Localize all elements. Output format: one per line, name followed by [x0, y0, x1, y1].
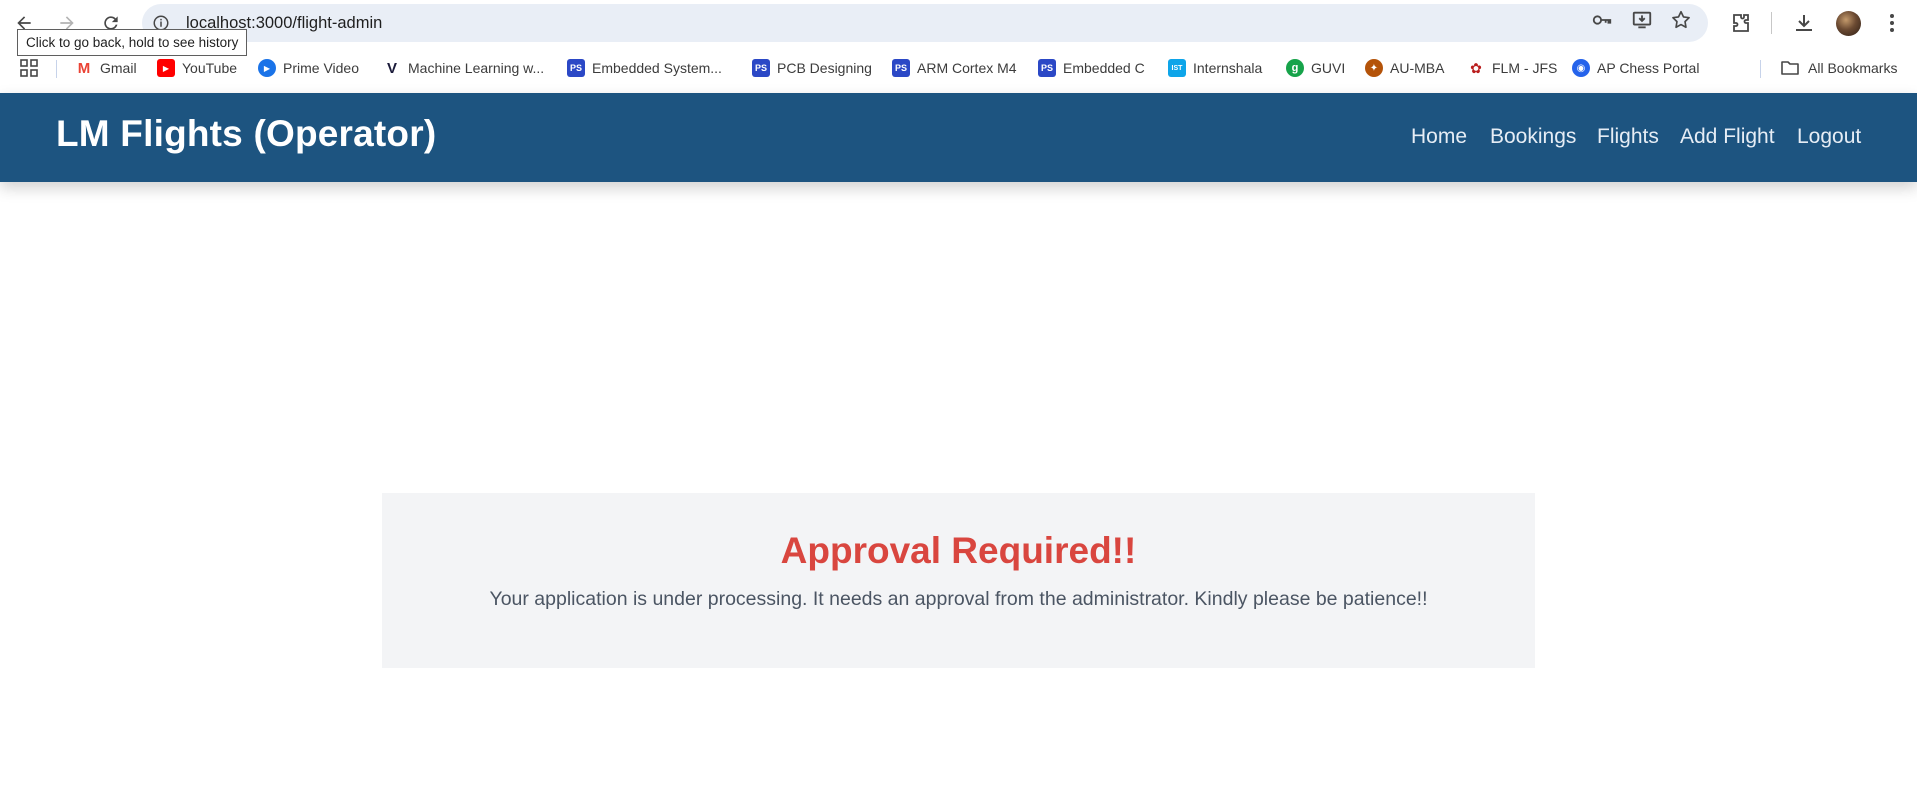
password-key-icon[interactable]	[1591, 9, 1613, 31]
youtube-icon: ▶	[157, 59, 175, 77]
back-button-tooltip: Click to go back, hold to see history	[17, 29, 248, 56]
address-bar[interactable]: localhost:3000/flight-admin	[142, 4, 1708, 42]
more-options-icon[interactable]	[1880, 11, 1904, 35]
bookmark-ap-chess[interactable]: ◉ AP Chess Portal	[1572, 57, 1699, 79]
nav-bookings[interactable]: Bookings	[1490, 125, 1576, 149]
bookmark-label: Machine Learning w...	[408, 60, 545, 76]
apps-grid-icon[interactable]	[20, 59, 38, 77]
all-bookmarks-button[interactable]: All Bookmarks	[1780, 57, 1897, 79]
approval-title: Approval Required!!	[780, 530, 1137, 571]
extensions-icon[interactable]	[1729, 11, 1753, 35]
bookmark-label: ARM Cortex M4	[917, 60, 1017, 76]
bookmark-youtube[interactable]: ▶ YouTube	[157, 57, 237, 79]
bookmark-guvi[interactable]: g GUVI	[1286, 57, 1345, 79]
bookmark-star-icon[interactable]	[1670, 9, 1692, 31]
arm-cortex-icon: PS	[892, 59, 910, 77]
install-app-icon[interactable]	[1631, 9, 1653, 31]
bookmark-pcb-designing[interactable]: PS PCB Designing	[752, 57, 872, 79]
internshala-icon: IST	[1168, 59, 1186, 77]
bookmark-label: AP Chess Portal	[1597, 60, 1700, 76]
bookmark-arm-cortex[interactable]: PS ARM Cortex M4	[892, 57, 1017, 79]
approval-notice-card: Approval Required!! Your application is …	[382, 493, 1535, 668]
app-navbar: LM Flights (Operator) Home Bookings Flig…	[0, 93, 1917, 182]
bookmark-label: Prime Video	[283, 60, 360, 76]
folder-icon	[1781, 61, 1799, 75]
approval-message: Your application is under processing. It…	[489, 588, 1428, 610]
bookmark-label: Gmail	[100, 60, 137, 76]
bookmark-label: Embedded System...	[592, 60, 722, 76]
pcb-designing-icon: PS	[752, 59, 770, 77]
embedded-system-icon: PS	[567, 59, 585, 77]
nav-logout[interactable]: Logout	[1797, 125, 1861, 149]
bookmark-label: Internshala	[1193, 60, 1263, 76]
bookmarks-divider	[56, 60, 57, 78]
browser-toolbar: localhost:3000/flight-admin	[0, 0, 1917, 46]
prime-video-icon: ▶	[258, 59, 276, 77]
bookmark-embedded-c[interactable]: PS Embedded C	[1038, 57, 1145, 79]
bookmark-flm-jfs[interactable]: ✿ FLM - JFS	[1467, 57, 1557, 79]
bookmarks-bar: M Gmail ▶ YouTube ▶ Prime Video V Machine Le…	[0, 52, 1917, 84]
nav-add-flight[interactable]: Add Flight	[1680, 125, 1775, 149]
bookmarks-divider	[1760, 60, 1761, 78]
bookmark-prime-video[interactable]: ▶ Prime Video	[258, 57, 359, 79]
ap-chess-icon: ◉	[1572, 59, 1590, 77]
bookmark-machine-learning[interactable]: V Machine Learning w...	[383, 57, 544, 79]
bookmark-label: YouTube	[182, 60, 238, 76]
all-bookmarks-label: All Bookmarks	[1808, 60, 1898, 76]
bookmark-label: PCB Designing	[777, 60, 872, 76]
bookmark-internshala[interactable]: IST Internshala	[1168, 57, 1262, 79]
nav-home[interactable]: Home	[1411, 125, 1467, 149]
au-mba-icon: ✦	[1365, 59, 1383, 77]
flm-jfs-icon: ✿	[1470, 59, 1482, 76]
bookmark-label: FLM - JFS	[1492, 60, 1558, 76]
profile-avatar[interactable]	[1836, 11, 1861, 36]
nav-flights[interactable]: Flights	[1597, 125, 1659, 149]
bookmark-au-mba[interactable]: ✦ AU-MBA	[1365, 57, 1444, 79]
brand-title[interactable]: LM Flights (Operator)	[56, 113, 436, 155]
bookmark-embedded-system[interactable]: PS Embedded System...	[567, 57, 722, 79]
toolbar-divider	[1771, 12, 1772, 34]
bookmark-label: GUVI	[1311, 60, 1346, 76]
ml-bookmark-icon: V	[386, 59, 397, 77]
bookmark-label: Embedded C	[1063, 60, 1145, 76]
downloads-icon[interactable]	[1792, 11, 1816, 35]
guvi-icon: g	[1286, 59, 1304, 77]
bookmark-label: AU-MBA	[1390, 60, 1445, 76]
bookmark-gmail[interactable]: M Gmail	[75, 57, 137, 79]
embedded-c-icon: PS	[1038, 59, 1056, 77]
gmail-icon: M	[77, 59, 91, 77]
